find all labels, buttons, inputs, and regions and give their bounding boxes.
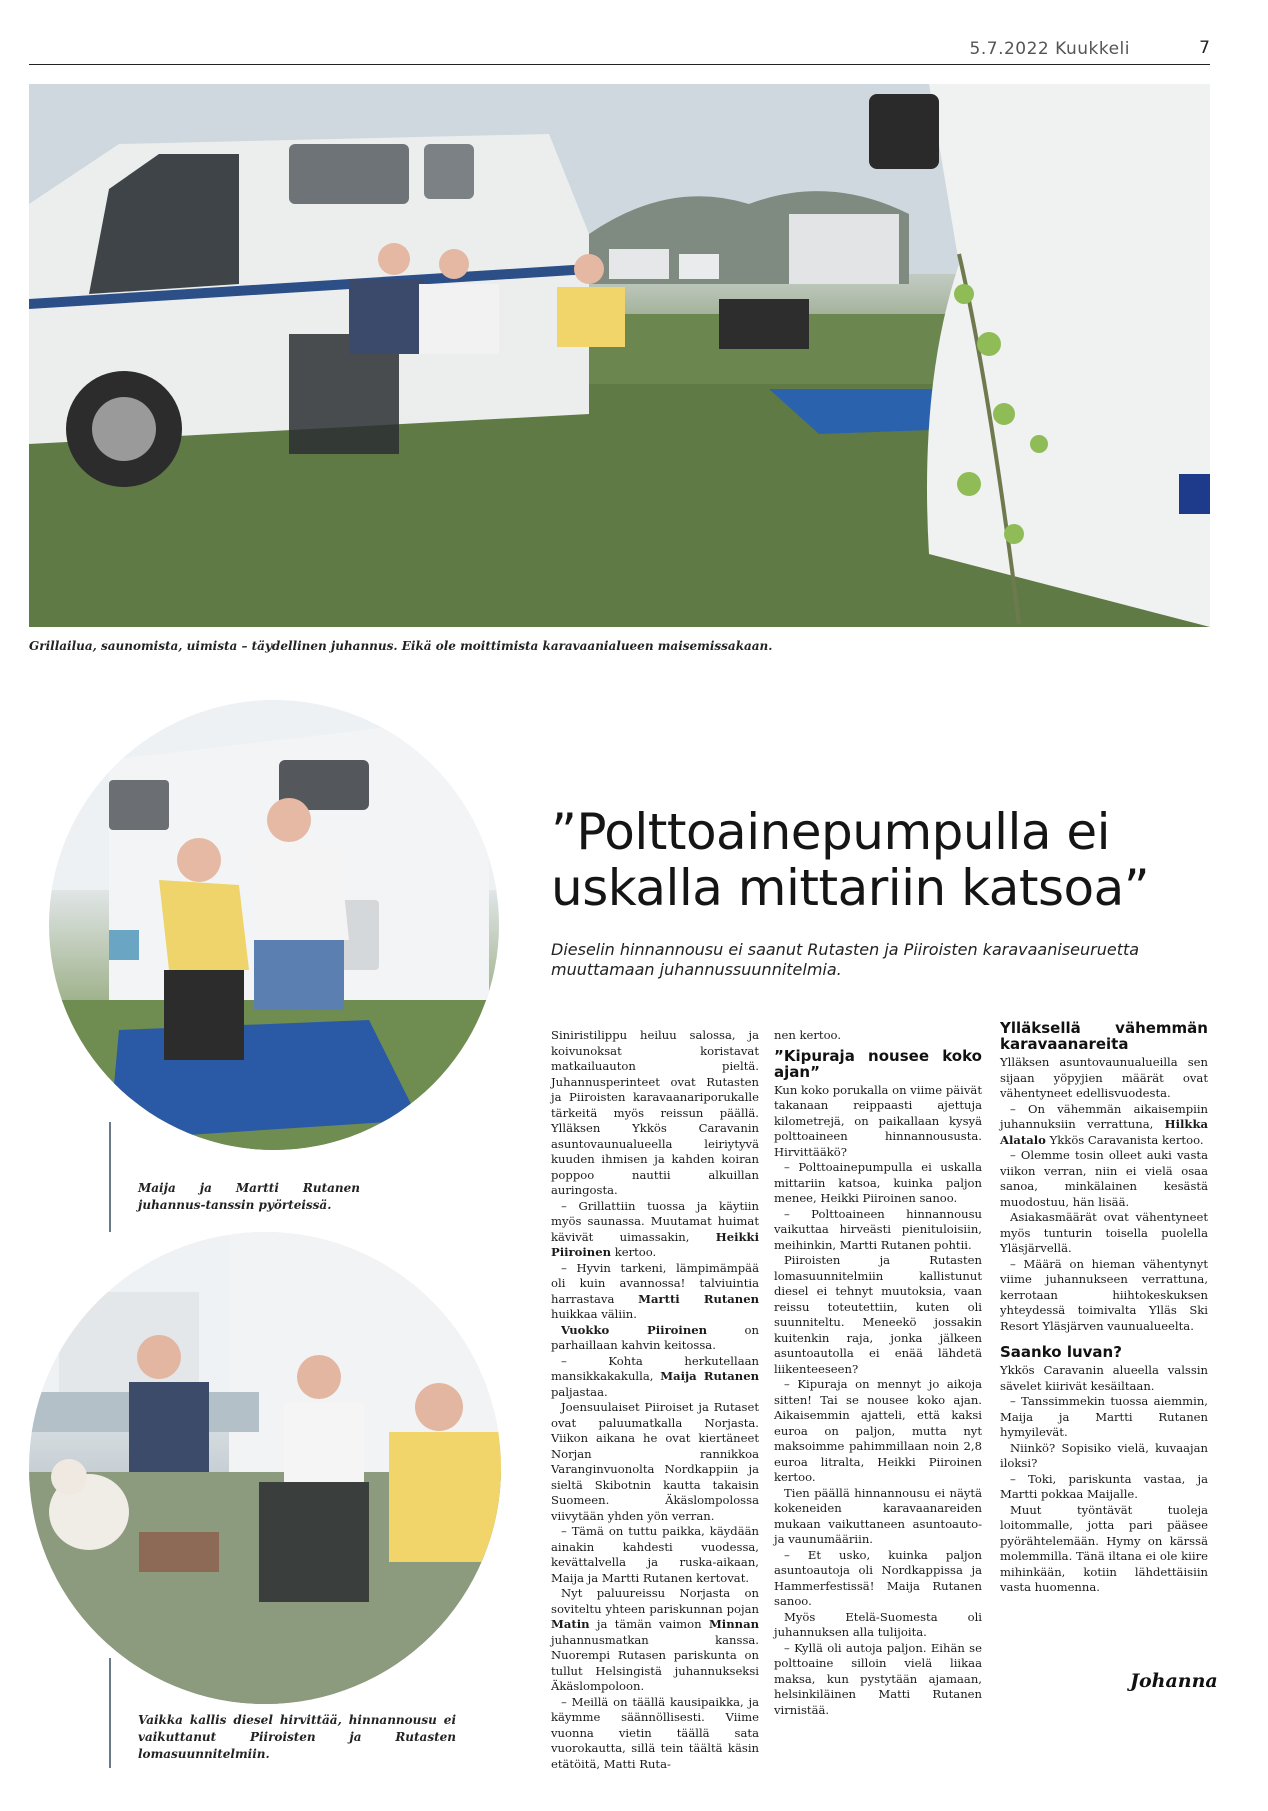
article-headline: ”Polttoainepumpulla ei uskalla mittariin… bbox=[551, 802, 1150, 917]
subheading: Ylläksellä vähemmän karavaanareita bbox=[1000, 1019, 1208, 1053]
paragraph: Kun koko porukalla on viime päivät takan… bbox=[774, 1082, 982, 1159]
paragraph: – Toki, pariskunta vastaa, ja Martti pok… bbox=[1000, 1471, 1208, 1502]
paragraph: Tien päällä hinnannousu ei näytä kokenei… bbox=[774, 1485, 982, 1547]
hero-photo bbox=[29, 84, 1210, 627]
paragraph: nen kertoo. bbox=[774, 1028, 842, 1042]
subheading: ”Kipuraja nousee koko ajan” bbox=[774, 1046, 982, 1081]
photo2-caption: Vaikka kallis diesel hirvittää, hinnanno… bbox=[138, 1713, 456, 1761]
paragraph: Asiakasmäärät ovat vähentyneet myös tunt… bbox=[1000, 1210, 1208, 1255]
caption-rule bbox=[109, 1122, 111, 1232]
paragraph: – Hyvin tarkeni, lämpimämpää oli kuin av… bbox=[551, 1260, 759, 1322]
paragraph: – Kyllä oli autoja paljon. Eihän se polt… bbox=[774, 1640, 982, 1717]
dancing-couple-photo bbox=[49, 700, 499, 1150]
subheading: Saanko luvan? bbox=[1000, 1343, 1122, 1361]
paragraph: – Polttoainepumpulla ei uskalla mittarii… bbox=[774, 1160, 982, 1205]
paragraph: Myös Etelä-Suomesta oli juhannuksen alla… bbox=[774, 1609, 982, 1640]
paragraph: Vuokko Piiroinen on parhaillaan kahvin k… bbox=[551, 1322, 759, 1353]
paragraph: – Tanssimmekin tuossa aiemmin, Maija ja … bbox=[1000, 1394, 1208, 1439]
page-number: 7 bbox=[1199, 38, 1210, 58]
article-column-3: Ylläksellä vähemmän karavaanareita Ylläk… bbox=[1000, 1020, 1208, 1596]
paragraph: – Grillattiin tuossa ja käytiin myös sau… bbox=[551, 1198, 759, 1260]
paragraph: – Meillä on täällä kausipaikka, ja käymm… bbox=[551, 1694, 759, 1771]
article-column-1: Siniristilippu heiluu salossa, ja koivun… bbox=[551, 1028, 759, 1772]
group-seated-photo bbox=[29, 1232, 501, 1704]
paragraph: Joensuulaiset Piiroiset ja Rutaset ovat … bbox=[551, 1400, 759, 1523]
hero-caption: Grillailua, saunomista, uimista – täydel… bbox=[29, 639, 773, 653]
caption-rule bbox=[109, 1658, 111, 1768]
paragraph: – Tämä on tuttu paikka, käydään ainakin … bbox=[551, 1524, 759, 1585]
paragraph: Nyt paluureissu Norjasta on soviteltu yh… bbox=[551, 1586, 760, 1693]
issue-date: 5.7.2022 Kuukkeli bbox=[969, 39, 1130, 59]
hero-illustration bbox=[29, 84, 1210, 627]
page-header: 5.7.2022 Kuukkeli 7 bbox=[29, 34, 1210, 65]
paragraph: – On vähemmän aikaisempiin juhannuksiin … bbox=[1000, 1101, 1208, 1147]
paragraph: – Olemme tosin olleet auki vasta viikon … bbox=[1000, 1148, 1208, 1209]
paragraph: – Polttoaineen hinnannousu vaikuttaa hir… bbox=[774, 1206, 982, 1252]
photo1-caption: Maija ja Martti Rutanen juhannus-tanssin… bbox=[138, 1181, 360, 1212]
paragraph: Niinkö? Sopisiko vielä, kuvaajan iloksi? bbox=[1000, 1440, 1208, 1471]
article-column-2: nen kertoo. ”Kipuraja nousee koko ajan” … bbox=[774, 1028, 982, 1718]
author-signature: Johanna bbox=[1130, 1670, 1218, 1692]
paragraph: – Kipuraja on mennyt jo aikoja sitten! T… bbox=[774, 1377, 982, 1484]
paragraph: – Määrä on hieman vähentynyt viime juhan… bbox=[1000, 1256, 1208, 1333]
paragraph: – Kohta herkutellaan mansikkakakulla, Ma… bbox=[551, 1353, 759, 1399]
paragraph: Siniristilippu heiluu salossa, ja koivun… bbox=[551, 1028, 759, 1197]
paragraph: Muut työntävät tuoleja loitommalle, jott… bbox=[1000, 1502, 1208, 1595]
paragraph: Piiroisten ja Rutasten lomasuunnitelmiin… bbox=[774, 1253, 982, 1376]
group-seated-illustration bbox=[29, 1232, 501, 1704]
paragraph: – Et usko, kuinka paljon asuntoautoja ol… bbox=[774, 1547, 982, 1609]
article-lead: Dieselin hinnannousu ei saanut Rutasten … bbox=[551, 940, 1140, 979]
paragraph: Ykkös Caravanin alueella valssin sävelet… bbox=[1000, 1363, 1208, 1393]
dancing-couple-illustration bbox=[49, 700, 499, 1150]
paragraph: Ylläksen asuntovaunualueilla sen sijaan … bbox=[1000, 1055, 1208, 1100]
